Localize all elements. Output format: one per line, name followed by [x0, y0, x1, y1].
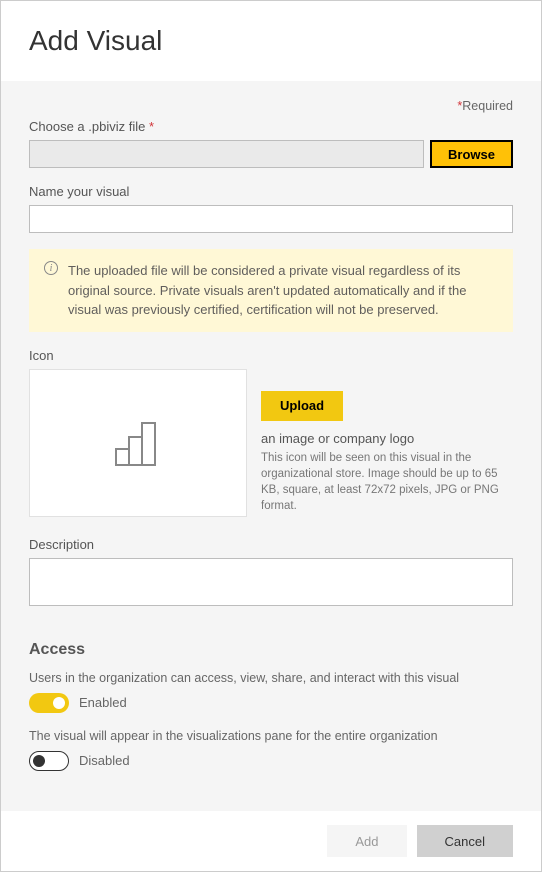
name-label: Name your visual — [29, 184, 513, 199]
dialog-content: *Required Choose a .pbiviz file * Browse… — [1, 81, 541, 811]
access-toggle-2[interactable] — [29, 751, 69, 771]
info-icon: i — [44, 261, 58, 275]
icon-subtitle: an image or company logo — [261, 431, 513, 446]
required-legend: *Required — [29, 99, 513, 113]
asterisk-icon: * — [149, 119, 154, 134]
access-desc-2: The visual will appear in the visualizat… — [29, 729, 513, 743]
icon-label: Icon — [29, 348, 513, 363]
browse-button[interactable]: Browse — [430, 140, 513, 168]
access-state-2: Disabled — [79, 753, 130, 768]
add-button[interactable]: Add — [327, 825, 406, 857]
info-banner: i The uploaded file will be considered a… — [29, 249, 513, 332]
required-text: Required — [462, 99, 513, 113]
bar-chart-icon — [110, 419, 166, 467]
dialog-footer: Add Cancel — [1, 811, 541, 871]
file-label: Choose a .pbiviz file * — [29, 119, 513, 134]
cancel-button[interactable]: Cancel — [417, 825, 513, 857]
description-input[interactable] — [29, 558, 513, 606]
file-path-input[interactable] — [29, 140, 424, 168]
dialog-title: Add Visual — [29, 25, 513, 57]
access-state-1: Enabled — [79, 695, 127, 710]
access-toggle-1[interactable] — [29, 693, 69, 713]
upload-button[interactable]: Upload — [261, 391, 343, 421]
access-section-title: Access — [29, 641, 513, 659]
icon-help-text: This icon will be seen on this visual in… — [261, 450, 513, 514]
name-input[interactable] — [29, 205, 513, 233]
access-desc-1: Users in the organization can access, vi… — [29, 671, 513, 685]
dialog-header: Add Visual — [1, 1, 541, 81]
info-text: The uploaded file will be considered a p… — [68, 263, 466, 317]
description-label: Description — [29, 537, 513, 552]
icon-preview — [29, 369, 247, 517]
